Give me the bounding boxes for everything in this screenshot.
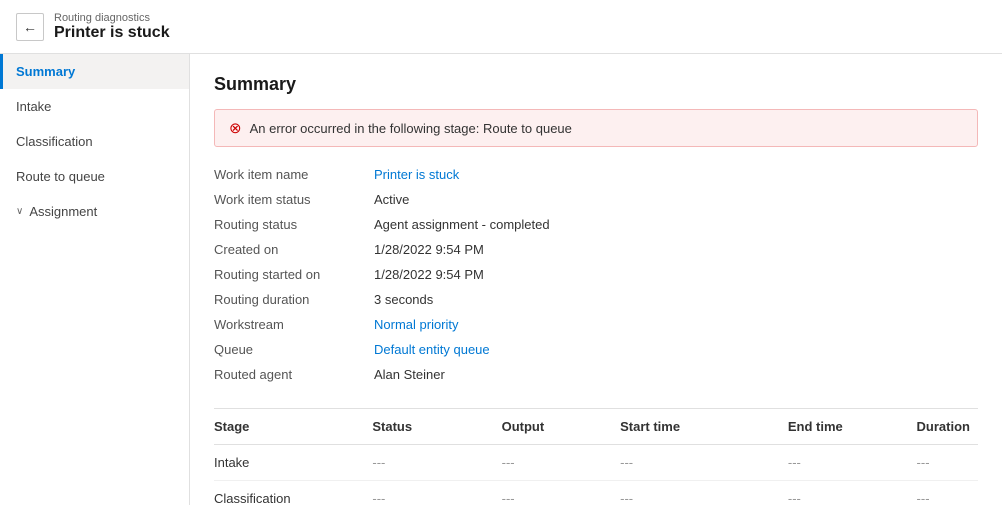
status-text: ---: [372, 455, 385, 470]
created-on-label: Created on: [214, 240, 374, 259]
col-header-duration: Duration: [917, 409, 978, 445]
page-header: ← Routing diagnostics Printer is stuck: [0, 0, 1002, 54]
col-header-status: Status: [372, 409, 501, 445]
end-time-cell: ---: [788, 445, 917, 481]
queue-label: Queue: [214, 340, 374, 359]
sidebar: Summary Intake Classification Route to q…: [0, 54, 190, 505]
sidebar-item-intake[interactable]: Intake: [0, 89, 189, 124]
stage-table: Stage Status Output Start time End time …: [214, 409, 978, 505]
header-subtitle: Routing diagnostics: [54, 12, 170, 24]
work-item-name-label: Work item name: [214, 165, 374, 184]
error-circle-icon: ⊗: [229, 119, 242, 137]
main-layout: Summary Intake Classification Route to q…: [0, 54, 1002, 505]
col-header-output: Output: [502, 409, 621, 445]
start-time-cell: ---: [620, 445, 788, 481]
status-text: ---: [372, 491, 385, 505]
back-button[interactable]: ←: [16, 13, 44, 41]
header-text-block: Routing diagnostics Printer is stuck: [54, 12, 170, 42]
sidebar-item-summary[interactable]: Summary: [0, 54, 189, 89]
error-banner: ⊗ An error occurred in the following sta…: [214, 109, 978, 147]
work-item-status-value: Active: [374, 190, 978, 209]
routing-status-value: Agent assignment - completed: [374, 215, 978, 234]
chevron-icon: ∨: [16, 206, 23, 217]
routing-started-label: Routing started on: [214, 265, 374, 284]
workstream-value[interactable]: Normal priority: [374, 315, 978, 334]
info-grid: Work item name Printer is stuck Work ite…: [214, 165, 978, 384]
page-title: Summary: [214, 74, 978, 95]
work-item-name-value[interactable]: Printer is stuck: [374, 165, 978, 184]
header-title: Printer is stuck: [54, 24, 170, 42]
routing-duration-label: Routing duration: [214, 290, 374, 309]
table-row: Intake---------------: [214, 445, 978, 481]
duration-cell: ---: [917, 445, 978, 481]
stage-cell: Classification: [214, 481, 372, 505]
output-cell: ---: [502, 481, 621, 505]
work-item-status-label: Work item status: [214, 190, 374, 209]
routed-agent-value: Alan Steiner: [374, 365, 978, 384]
duration-cell: ---: [917, 481, 978, 505]
sidebar-item-classification[interactable]: Classification: [0, 124, 189, 159]
status-cell: ---: [372, 481, 501, 505]
created-on-value: 1/28/2022 9:54 PM: [374, 240, 978, 259]
stage-cell: Intake: [214, 445, 372, 481]
output-cell: ---: [502, 445, 621, 481]
sidebar-item-assignment[interactable]: ∨ Assignment: [0, 194, 189, 229]
routing-status-label: Routing status: [214, 215, 374, 234]
table-row: Classification---------------: [214, 481, 978, 505]
col-header-stage: Stage: [214, 409, 372, 445]
routing-duration-value: 3 seconds: [374, 290, 978, 309]
sidebar-item-route-to-queue[interactable]: Route to queue: [0, 159, 189, 194]
routing-started-value: 1/28/2022 9:54 PM: [374, 265, 978, 284]
col-header-end: End time: [788, 409, 917, 445]
col-header-start: Start time: [620, 409, 788, 445]
stage-table-section: Stage Status Output Start time End time …: [214, 408, 978, 505]
end-time-cell: ---: [788, 481, 917, 505]
main-content: Summary ⊗ An error occurred in the follo…: [190, 54, 1002, 505]
routed-agent-label: Routed agent: [214, 365, 374, 384]
error-banner-text: An error occurred in the following stage…: [250, 121, 572, 136]
status-cell: ---: [372, 445, 501, 481]
queue-value[interactable]: Default entity queue: [374, 340, 978, 359]
start-time-cell: ---: [620, 481, 788, 505]
workstream-label: Workstream: [214, 315, 374, 334]
